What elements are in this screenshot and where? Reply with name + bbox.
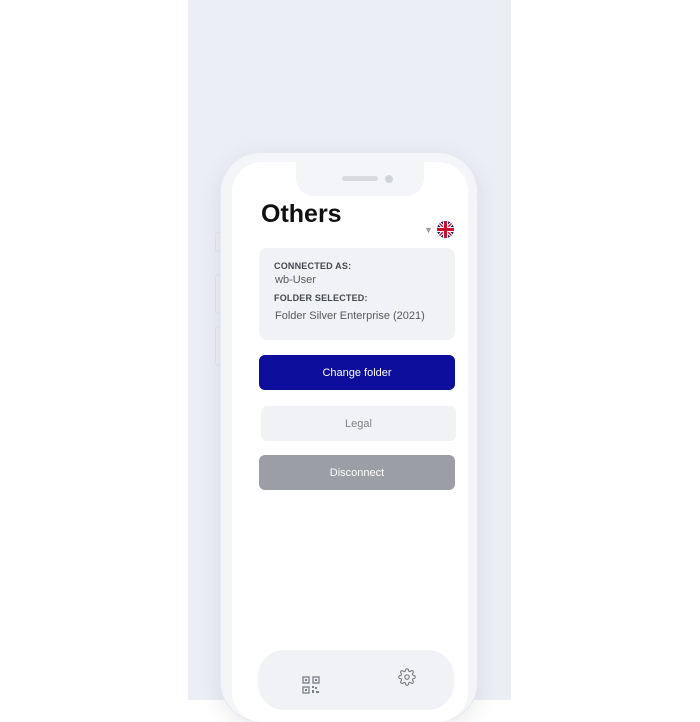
caret-down-icon[interactable]: ▼ <box>424 225 433 235</box>
disconnect-button[interactable]: Disconnect <box>259 455 455 490</box>
phone-screen <box>232 162 468 722</box>
phone-speaker <box>342 176 378 181</box>
page-title: Others <box>261 200 342 228</box>
connected-user-value: wb-User <box>275 274 316 286</box>
bottom-navigation <box>258 650 454 710</box>
folder-selected-label: FOLDER SELECTED: <box>274 293 368 303</box>
folder-selected-value: Folder Silver Enterprise (2021) <box>275 310 425 322</box>
change-folder-button[interactable]: Change folder <box>259 355 455 390</box>
connection-info-card: CONNECTED AS: wb-User FOLDER SELECTED: F… <box>259 248 455 340</box>
qr-code-icon[interactable] <box>302 676 320 694</box>
phone-camera <box>385 175 393 183</box>
language-selector[interactable]: ▼ <box>424 221 454 238</box>
connected-as-label: CONNECTED AS: <box>274 261 352 271</box>
gear-icon[interactable] <box>398 668 416 686</box>
uk-flag-icon[interactable] <box>436 221 454 238</box>
legal-button[interactable]: Legal <box>261 406 456 441</box>
